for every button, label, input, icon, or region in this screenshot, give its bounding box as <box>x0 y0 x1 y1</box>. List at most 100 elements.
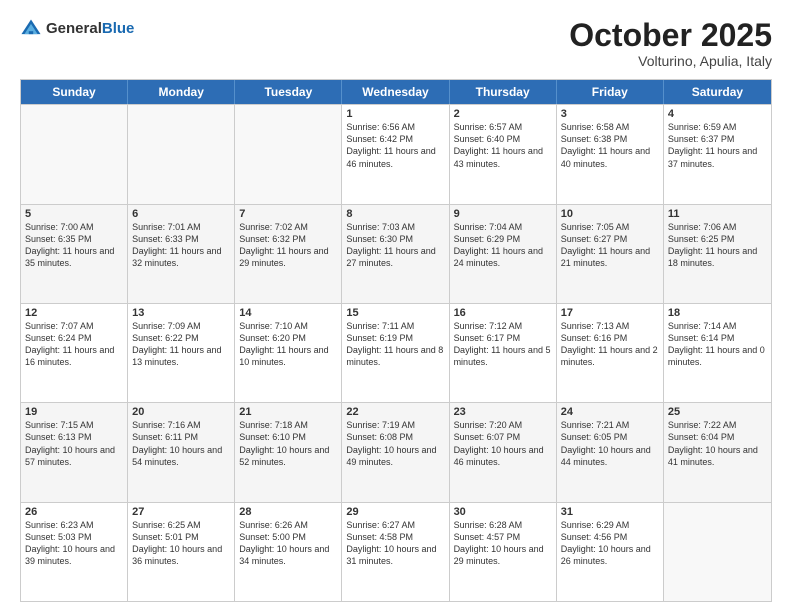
day-number: 12 <box>25 307 123 319</box>
day-info: Sunrise: 6:57 AM Sunset: 6:40 PM Dayligh… <box>454 121 552 170</box>
calendar-cell: 28Sunrise: 6:26 AM Sunset: 5:00 PM Dayli… <box>235 503 342 601</box>
day-number: 3 <box>561 108 659 120</box>
calendar-cell: 14Sunrise: 7:10 AM Sunset: 6:20 PM Dayli… <box>235 304 342 402</box>
day-info: Sunrise: 7:10 AM Sunset: 6:20 PM Dayligh… <box>239 320 337 369</box>
day-info: Sunrise: 6:29 AM Sunset: 4:56 PM Dayligh… <box>561 519 659 568</box>
calendar-cell: 12Sunrise: 7:07 AM Sunset: 6:24 PM Dayli… <box>21 304 128 402</box>
day-info: Sunrise: 7:14 AM Sunset: 6:14 PM Dayligh… <box>668 320 767 369</box>
day-info: Sunrise: 7:21 AM Sunset: 6:05 PM Dayligh… <box>561 419 659 468</box>
calendar-cell: 20Sunrise: 7:16 AM Sunset: 6:11 PM Dayli… <box>128 403 235 501</box>
day-info: Sunrise: 7:15 AM Sunset: 6:13 PM Dayligh… <box>25 419 123 468</box>
day-number: 26 <box>25 506 123 518</box>
calendar-cell: 24Sunrise: 7:21 AM Sunset: 6:05 PM Dayli… <box>557 403 664 501</box>
day-info: Sunrise: 6:58 AM Sunset: 6:38 PM Dayligh… <box>561 121 659 170</box>
calendar-cell: 17Sunrise: 7:13 AM Sunset: 6:16 PM Dayli… <box>557 304 664 402</box>
day-info: Sunrise: 7:02 AM Sunset: 6:32 PM Dayligh… <box>239 221 337 270</box>
header-day-saturday: Saturday <box>664 80 771 104</box>
logo-blue: Blue <box>102 20 135 37</box>
day-info: Sunrise: 7:01 AM Sunset: 6:33 PM Dayligh… <box>132 221 230 270</box>
calendar-row-2: 12Sunrise: 7:07 AM Sunset: 6:24 PM Dayli… <box>21 303 771 402</box>
day-number: 9 <box>454 208 552 220</box>
calendar-cell: 2Sunrise: 6:57 AM Sunset: 6:40 PM Daylig… <box>450 105 557 203</box>
day-number: 10 <box>561 208 659 220</box>
logo-icon <box>20 18 42 40</box>
calendar: SundayMondayTuesdayWednesdayThursdayFrid… <box>20 79 772 602</box>
calendar-cell: 15Sunrise: 7:11 AM Sunset: 6:19 PM Dayli… <box>342 304 449 402</box>
day-number: 6 <box>132 208 230 220</box>
header-day-wednesday: Wednesday <box>342 80 449 104</box>
calendar-cell: 16Sunrise: 7:12 AM Sunset: 6:17 PM Dayli… <box>450 304 557 402</box>
calendar-header: SundayMondayTuesdayWednesdayThursdayFrid… <box>21 80 771 104</box>
day-number: 31 <box>561 506 659 518</box>
calendar-cell <box>128 105 235 203</box>
day-info: Sunrise: 6:56 AM Sunset: 6:42 PM Dayligh… <box>346 121 444 170</box>
day-number: 23 <box>454 406 552 418</box>
day-info: Sunrise: 7:05 AM Sunset: 6:27 PM Dayligh… <box>561 221 659 270</box>
day-info: Sunrise: 7:09 AM Sunset: 6:22 PM Dayligh… <box>132 320 230 369</box>
header: GeneralBlue October 2025 Volturino, Apul… <box>20 18 772 69</box>
day-number: 5 <box>25 208 123 220</box>
calendar-body: 1Sunrise: 6:56 AM Sunset: 6:42 PM Daylig… <box>21 104 771 601</box>
day-info: Sunrise: 7:20 AM Sunset: 6:07 PM Dayligh… <box>454 419 552 468</box>
header-day-friday: Friday <box>557 80 664 104</box>
day-info: Sunrise: 6:59 AM Sunset: 6:37 PM Dayligh… <box>668 121 767 170</box>
day-info: Sunrise: 7:22 AM Sunset: 6:04 PM Dayligh… <box>668 419 767 468</box>
title-block: October 2025 Volturino, Apulia, Italy <box>569 18 772 69</box>
day-info: Sunrise: 6:26 AM Sunset: 5:00 PM Dayligh… <box>239 519 337 568</box>
calendar-cell: 23Sunrise: 7:20 AM Sunset: 6:07 PM Dayli… <box>450 403 557 501</box>
calendar-row-4: 26Sunrise: 6:23 AM Sunset: 5:03 PM Dayli… <box>21 502 771 601</box>
calendar-cell: 27Sunrise: 6:25 AM Sunset: 5:01 PM Dayli… <box>128 503 235 601</box>
day-info: Sunrise: 6:25 AM Sunset: 5:01 PM Dayligh… <box>132 519 230 568</box>
calendar-cell <box>664 503 771 601</box>
day-info: Sunrise: 7:06 AM Sunset: 6:25 PM Dayligh… <box>668 221 767 270</box>
logo: GeneralBlue <box>20 18 134 40</box>
page: GeneralBlue October 2025 Volturino, Apul… <box>0 0 792 612</box>
day-info: Sunrise: 7:00 AM Sunset: 6:35 PM Dayligh… <box>25 221 123 270</box>
calendar-cell: 9Sunrise: 7:04 AM Sunset: 6:29 PM Daylig… <box>450 205 557 303</box>
day-number: 22 <box>346 406 444 418</box>
day-info: Sunrise: 7:12 AM Sunset: 6:17 PM Dayligh… <box>454 320 552 369</box>
calendar-cell: 3Sunrise: 6:58 AM Sunset: 6:38 PM Daylig… <box>557 105 664 203</box>
calendar-cell: 26Sunrise: 6:23 AM Sunset: 5:03 PM Dayli… <box>21 503 128 601</box>
day-info: Sunrise: 7:11 AM Sunset: 6:19 PM Dayligh… <box>346 320 444 369</box>
calendar-cell: 7Sunrise: 7:02 AM Sunset: 6:32 PM Daylig… <box>235 205 342 303</box>
calendar-cell: 29Sunrise: 6:27 AM Sunset: 4:58 PM Dayli… <box>342 503 449 601</box>
header-day-thursday: Thursday <box>450 80 557 104</box>
header-day-tuesday: Tuesday <box>235 80 342 104</box>
day-info: Sunrise: 7:13 AM Sunset: 6:16 PM Dayligh… <box>561 320 659 369</box>
day-info: Sunrise: 6:28 AM Sunset: 4:57 PM Dayligh… <box>454 519 552 568</box>
day-info: Sunrise: 7:18 AM Sunset: 6:10 PM Dayligh… <box>239 419 337 468</box>
day-number: 19 <box>25 406 123 418</box>
day-number: 4 <box>668 108 767 120</box>
calendar-cell: 13Sunrise: 7:09 AM Sunset: 6:22 PM Dayli… <box>128 304 235 402</box>
calendar-cell: 30Sunrise: 6:28 AM Sunset: 4:57 PM Dayli… <box>450 503 557 601</box>
header-day-monday: Monday <box>128 80 235 104</box>
title-location: Volturino, Apulia, Italy <box>569 53 772 69</box>
day-info: Sunrise: 7:07 AM Sunset: 6:24 PM Dayligh… <box>25 320 123 369</box>
day-info: Sunrise: 6:27 AM Sunset: 4:58 PM Dayligh… <box>346 519 444 568</box>
calendar-row-1: 5Sunrise: 7:00 AM Sunset: 6:35 PM Daylig… <box>21 204 771 303</box>
day-info: Sunrise: 6:23 AM Sunset: 5:03 PM Dayligh… <box>25 519 123 568</box>
day-number: 1 <box>346 108 444 120</box>
day-info: Sunrise: 7:19 AM Sunset: 6:08 PM Dayligh… <box>346 419 444 468</box>
day-info: Sunrise: 7:04 AM Sunset: 6:29 PM Dayligh… <box>454 221 552 270</box>
day-number: 29 <box>346 506 444 518</box>
day-number: 24 <box>561 406 659 418</box>
day-number: 2 <box>454 108 552 120</box>
calendar-cell: 11Sunrise: 7:06 AM Sunset: 6:25 PM Dayli… <box>664 205 771 303</box>
calendar-cell <box>235 105 342 203</box>
day-number: 30 <box>454 506 552 518</box>
calendar-cell: 19Sunrise: 7:15 AM Sunset: 6:13 PM Dayli… <box>21 403 128 501</box>
day-info: Sunrise: 7:16 AM Sunset: 6:11 PM Dayligh… <box>132 419 230 468</box>
calendar-cell: 21Sunrise: 7:18 AM Sunset: 6:10 PM Dayli… <box>235 403 342 501</box>
calendar-cell: 5Sunrise: 7:00 AM Sunset: 6:35 PM Daylig… <box>21 205 128 303</box>
calendar-cell: 1Sunrise: 6:56 AM Sunset: 6:42 PM Daylig… <box>342 105 449 203</box>
calendar-row-0: 1Sunrise: 6:56 AM Sunset: 6:42 PM Daylig… <box>21 104 771 203</box>
calendar-cell <box>21 105 128 203</box>
day-number: 8 <box>346 208 444 220</box>
calendar-cell: 25Sunrise: 7:22 AM Sunset: 6:04 PM Dayli… <box>664 403 771 501</box>
day-number: 16 <box>454 307 552 319</box>
calendar-cell: 22Sunrise: 7:19 AM Sunset: 6:08 PM Dayli… <box>342 403 449 501</box>
day-number: 15 <box>346 307 444 319</box>
day-number: 17 <box>561 307 659 319</box>
